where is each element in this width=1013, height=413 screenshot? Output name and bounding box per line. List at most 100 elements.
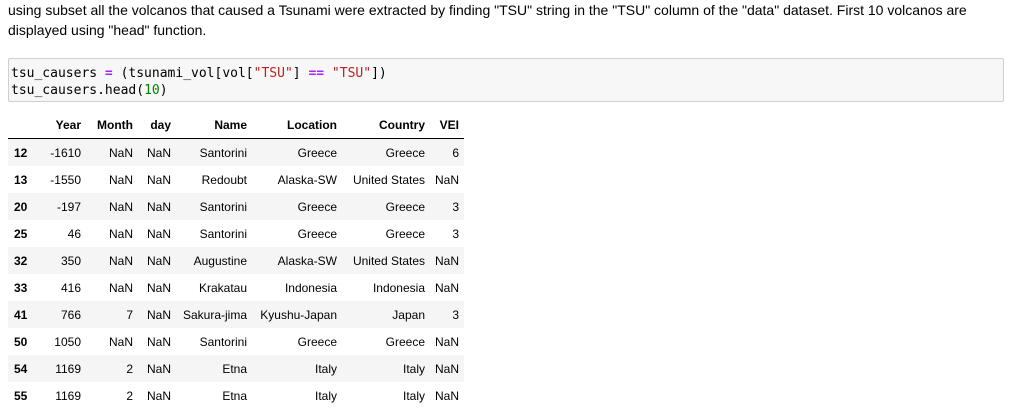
table-row: 41 766 7 NaN Sakura-jima Kyushu-Japan Japan 3 [8,301,465,328]
header-day: day [138,111,176,139]
code-token: ]) [371,66,387,81]
table-row: 20 -197 NaN NaN Santorini Greece Greece 3 [8,193,465,220]
cell-vei: NaN [435,253,460,268]
cell-year: -197 [56,199,81,214]
cell-country: Japan [392,307,425,322]
cell-year: -1610 [50,145,81,160]
cell-country: Greece [385,199,425,214]
dataframe-table: Year Month day Name Location Country VEI… [8,111,465,409]
cell-location: Greece [297,334,337,349]
row-index: 41 [14,307,28,322]
cell-month: NaN [108,199,133,214]
header-location: Location [252,111,342,139]
markdown-cell: using subset all the volcanos that cause… [8,0,1006,40]
cell-vei: 3 [452,307,460,322]
cell-country: Indonesia [372,280,425,295]
cell-vei: 3 [452,226,460,241]
cell-name: Santorini [199,199,247,214]
cell-vei: NaN [435,388,460,403]
cell-vei: NaN [435,172,460,187]
cell-name: Santorini [199,334,247,349]
header-country: Country [342,111,430,139]
cell-vei: NaN [435,280,460,295]
cell-vei: 3 [452,199,460,214]
cell-location: Greece [297,145,337,160]
cell-year: 416 [60,280,81,295]
cell-month: NaN [108,226,133,241]
cell-location: Italy [314,361,337,376]
row-index: 12 [14,145,28,160]
output-area: Year Month day Name Location Country VEI… [8,111,465,409]
code-token: tsu_causers.head( [11,83,145,98]
cell-month: NaN [108,280,133,295]
cell-location: Alaska-SW [277,253,337,268]
cell-year: 350 [60,253,81,268]
cell-day: NaN [146,253,171,268]
header-vei: VEI [430,111,465,139]
header-name: Name [176,111,252,139]
cell-location: Italy [314,388,337,403]
cell-day: NaN [146,280,171,295]
header-month: Month [86,111,138,139]
cell-vei: NaN [435,334,460,349]
code-token: "TSU" [331,66,372,81]
header-row: Year Month day Name Location Country VEI [8,111,465,139]
table-row: 25 46 NaN NaN Santorini Greece Greece 3 [8,220,465,247]
row-index: 54 [14,361,28,376]
code-token: (tsunami_vol[vol[ [112,66,254,81]
cell-location: Alaska-SW [277,172,337,187]
cell-month: NaN [108,145,133,160]
cell-country: Greece [385,226,425,241]
cell-name: Krakatau [198,280,247,295]
cell-vei: 6 [452,145,460,160]
cell-day: NaN [146,172,171,187]
cell-day: NaN [146,145,171,160]
row-index: 55 [14,388,28,403]
code-token: "TSU" [253,66,293,81]
table-row: 50 1050 NaN NaN Santorini Greece Greece NaN [8,328,465,355]
cell-location: Greece [297,199,337,214]
cell-month: NaN [108,334,133,349]
cell-name: Redoubt [201,172,247,187]
cell-month: NaN [108,253,133,268]
cell-name: Santorini [199,226,247,241]
table-row: 13 -1550 NaN NaN Redoubt Alaska-SW United Stat… [8,166,465,193]
cell-location: Indonesia [284,280,337,295]
cell-year: 766 [60,307,81,322]
code-token: == [308,66,325,81]
cell-year: -1550 [50,172,81,187]
cell-day: NaN [146,199,171,214]
row-index: 33 [14,280,28,295]
cell-name: Etna [222,361,247,376]
table-row: 32 350 NaN NaN Augustine Alaska-SW United Stat… [8,247,465,274]
cell-year: 1050 [54,334,81,349]
code-line-2: tsu_causers.head(10) [11,82,1003,99]
cell-vei: NaN [435,361,460,376]
cell-year: 1169 [55,361,81,376]
row-index: 20 [14,199,28,214]
header-index [8,111,40,139]
code-token: ) [159,83,168,98]
code-line-1: tsu_causers = (tsunami_vol[vol["TSU"] ==… [11,65,1003,82]
cell-year: 1169 [55,388,81,403]
cell-month: 7 [126,307,133,322]
cell-day: NaN [146,307,171,322]
cell-month: NaN [108,172,133,187]
cell-country: Greece [385,145,425,160]
table-row: 33 416 NaN NaN Krakatau Indonesia Indonesia NaN [8,274,465,301]
cell-month: 2 [126,388,133,403]
table-row: 54 1169 2 NaN Etna Italy Italy NaN [8,355,465,382]
cell-month: 2 [126,361,133,376]
table-body: 12 -1610 NaN NaN Santorini Greece Greece 6 13 -1… [8,138,465,409]
code-cell[interactable]: tsu_causers = (tsunami_vol[vol["TSU"] ==… [8,58,1004,102]
table-row: 12 -1610 NaN NaN Santorini Greece Greece 6 [8,138,465,166]
cell-name: Santorini [199,145,247,160]
row-index: 50 [14,334,28,349]
cell-year: 46 [67,226,81,241]
code-token: 10 [144,83,160,98]
cell-day: NaN [146,226,171,241]
cell-country: United States [352,172,425,187]
markdown-text: using subset all the volcanos that cause… [8,2,967,38]
cell-location: Greece [297,226,337,241]
